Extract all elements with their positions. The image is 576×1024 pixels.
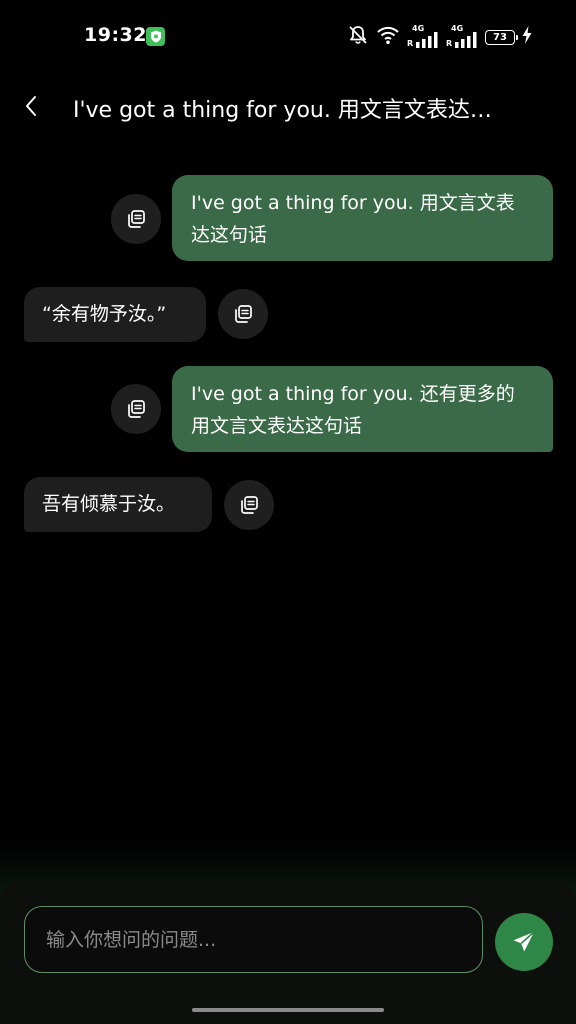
roaming-label: R	[446, 39, 453, 48]
battery-level: 73	[493, 31, 507, 43]
user-message: I've got a thing for you. 还有更多的用文言文表达这句话	[172, 366, 553, 452]
send-button[interactable]	[495, 913, 553, 971]
page-title: I've got a thing for you. 用文言文表达这句话	[73, 98, 493, 123]
back-button[interactable]	[14, 88, 50, 124]
copy-button[interactable]	[111, 194, 161, 244]
header: I've got a thing for you. 用文言文表达这句话	[0, 80, 576, 132]
wifi-icon	[376, 25, 400, 49]
copy-icon	[241, 496, 258, 514]
lightning-icon	[522, 26, 532, 48]
status-icons: 4G R 4G R 73	[347, 24, 532, 50]
signal-icon: 4G R	[407, 24, 439, 48]
copy-button[interactable]	[111, 384, 161, 434]
signal-icon: 4G R	[446, 24, 478, 48]
copy-button[interactable]	[224, 480, 274, 530]
send-icon	[513, 931, 535, 952]
assistant-message: 吾有倾慕于汝。	[24, 477, 212, 532]
home-indicator[interactable]	[192, 1008, 384, 1012]
roaming-label: R	[407, 39, 414, 48]
status-bar: 19:32 4G R 4G R 73	[0, 0, 576, 72]
status-time: 19:32	[84, 24, 147, 46]
chevron-left-icon	[26, 96, 36, 116]
message-input-container[interactable]	[24, 906, 483, 973]
assistant-message: “余有物予汝。”	[24, 287, 206, 342]
copy-icon	[235, 305, 252, 323]
user-message: I've got a thing for you. 用文言文表达这句话	[172, 175, 553, 261]
bell-off-icon	[347, 24, 369, 50]
copy-icon	[128, 210, 145, 228]
copy-icon	[128, 400, 145, 418]
shield-icon	[146, 27, 165, 46]
battery-icon: 73	[485, 29, 518, 45]
copy-button[interactable]	[218, 289, 268, 339]
message-input[interactable]	[44, 927, 463, 952]
